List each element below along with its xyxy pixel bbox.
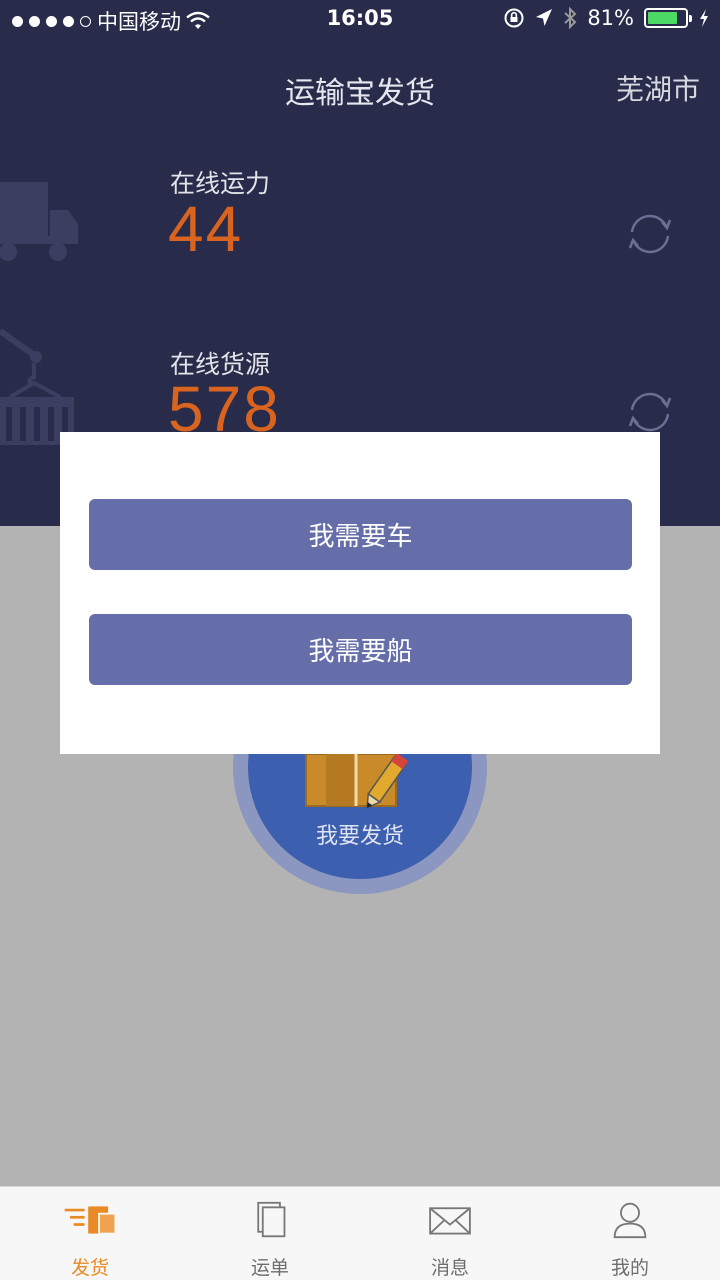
tab-ship-goods[interactable]: 发货 <box>0 1187 180 1280</box>
tab-label: 发货 <box>70 1257 109 1279</box>
battery-icon <box>644 8 692 28</box>
page-title: 运输宝发货 <box>285 76 435 111</box>
charging-bolt-icon <box>700 9 708 27</box>
need-truck-button[interactable]: 我需要车 <box>89 499 632 570</box>
need-ship-button[interactable]: 我需要船 <box>89 614 632 685</box>
tab-mine[interactable]: 我的 <box>540 1187 720 1280</box>
tab-messages[interactable]: 消息 <box>360 1187 540 1280</box>
tab-label: 我的 <box>610 1257 649 1279</box>
city-selector[interactable]: 芜湖市 <box>616 68 700 108</box>
truck-icon <box>0 182 78 261</box>
tab-label: 消息 <box>430 1257 469 1279</box>
bluetooth-icon <box>564 6 577 30</box>
ship-goods-icon <box>64 1206 117 1235</box>
ship-goods-label: 我要发货 <box>315 824 404 849</box>
tab-label: 运单 <box>250 1257 289 1279</box>
battery-percent: 81% <box>587 6 634 30</box>
mode-select-dialog: 我需要车 我需要船 <box>60 432 660 754</box>
container-crane-icon <box>0 328 74 445</box>
refresh-cargo-icon[interactable] <box>624 386 676 438</box>
capacity-value: 44 <box>168 193 244 265</box>
status-right: 81% <box>503 6 710 30</box>
tab-bar: 发货 运单 消息 我的 <box>0 1186 720 1280</box>
status-bar: 中国移动 16:05 81% <box>0 0 720 40</box>
tab-waybill[interactable]: 运单 <box>180 1187 360 1280</box>
refresh-capacity-icon[interactable] <box>624 208 676 260</box>
notebook-pencil-icon <box>305 754 409 810</box>
user-icon <box>613 1202 647 1239</box>
location-arrow-icon <box>536 9 553 26</box>
mail-icon <box>429 1207 471 1235</box>
waybill-icon <box>257 1201 286 1238</box>
rotation-lock-icon <box>504 8 524 28</box>
